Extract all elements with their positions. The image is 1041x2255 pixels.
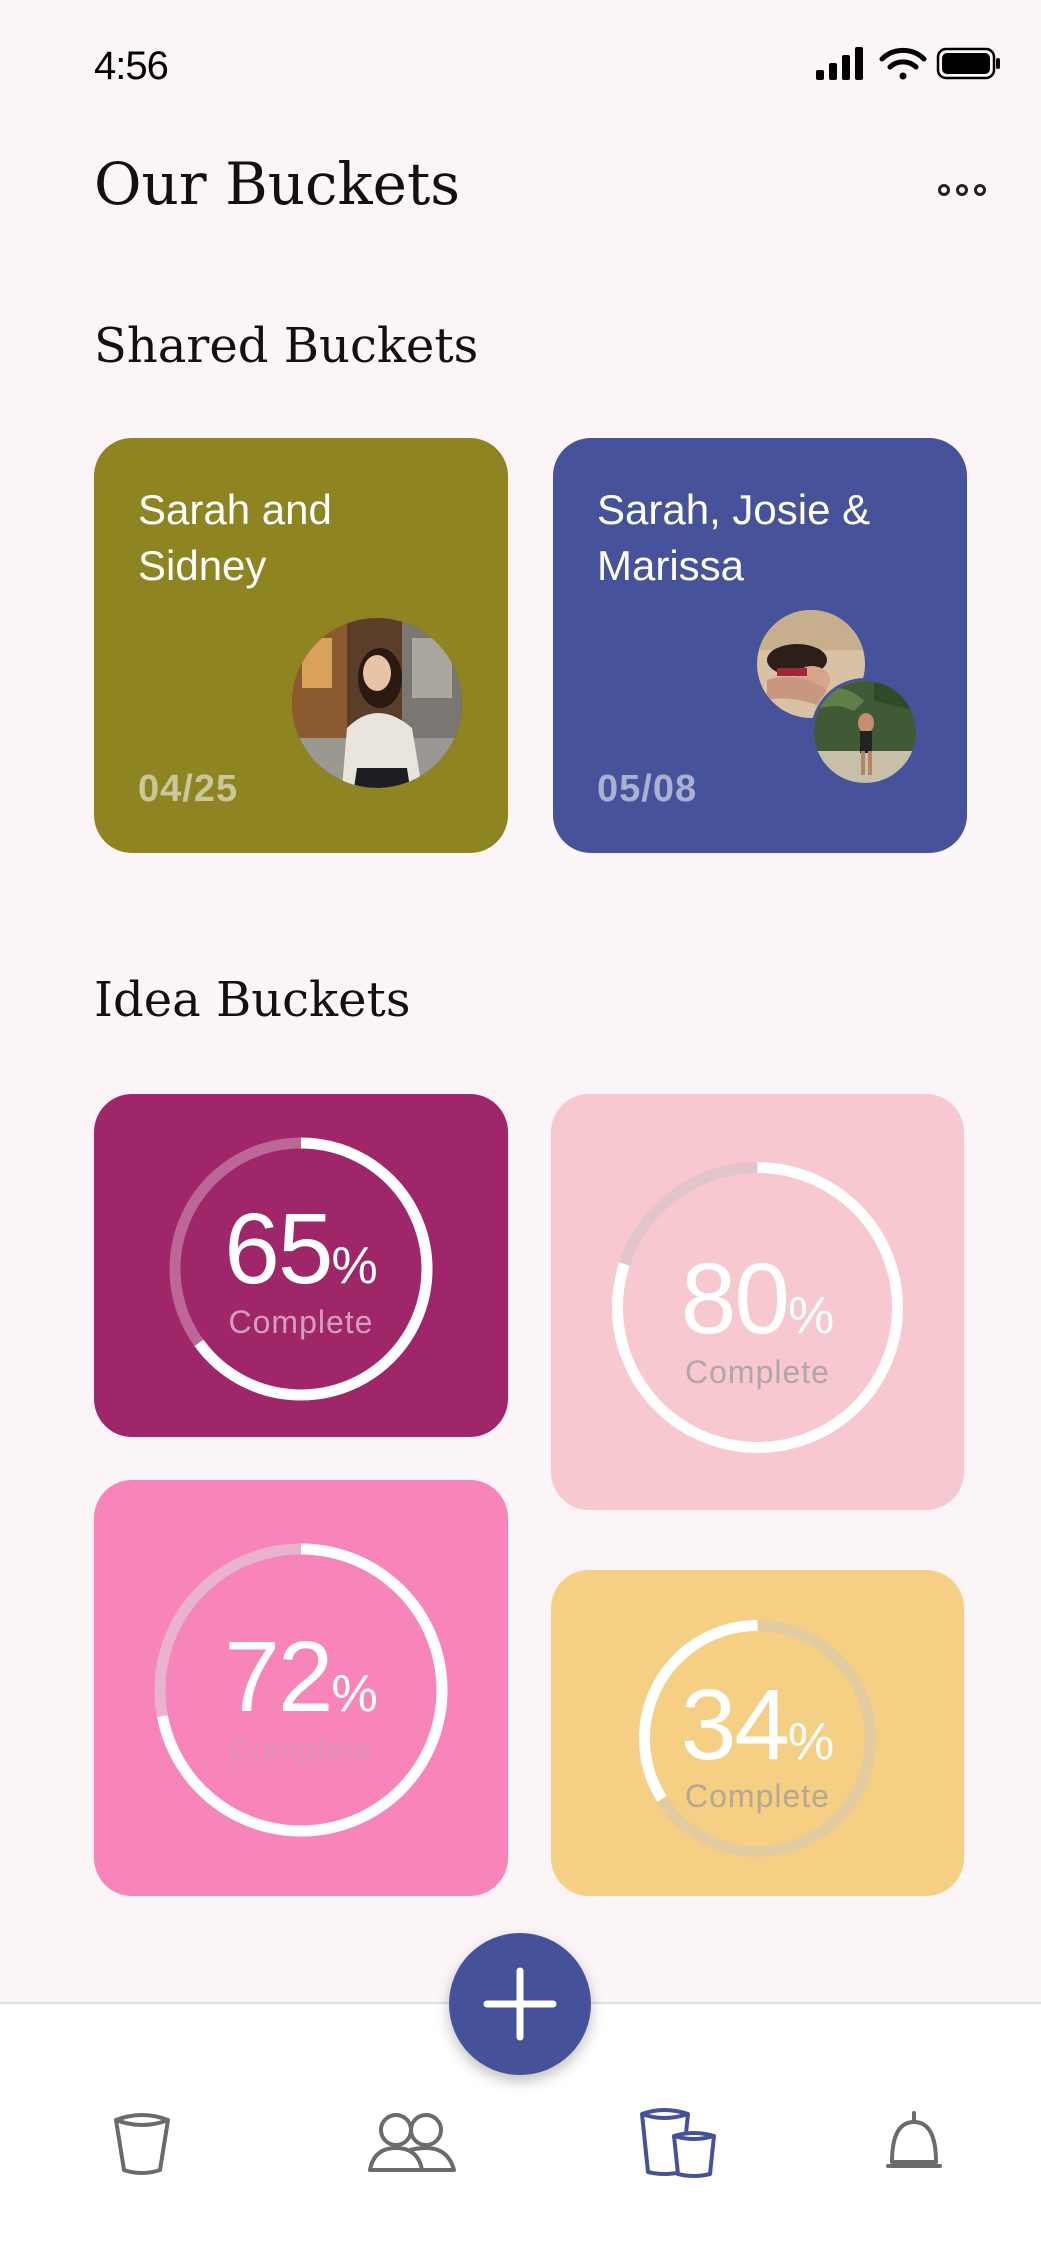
nav-notifications[interactable] xyxy=(886,2110,942,2181)
page-title: Our Buckets xyxy=(94,150,461,218)
complete-label: Complete xyxy=(228,1304,374,1340)
photo-avatar xyxy=(292,618,462,788)
shared-bucket-name: Sarah and Sidney xyxy=(138,486,332,589)
idea-bucket-card[interactable]: 72% Complete xyxy=(94,1480,508,1896)
shared-buckets-heading: Shared Buckets xyxy=(94,318,479,374)
friends-icon xyxy=(368,2113,456,2172)
buckets-icon xyxy=(640,2108,716,2178)
bell-icon xyxy=(886,2111,942,2168)
percent-value: 34% xyxy=(680,1669,835,1781)
idea-bucket-card[interactable]: 34% Complete xyxy=(551,1570,964,1896)
idea-bucket-card[interactable]: 65% Complete xyxy=(94,1094,508,1437)
photo-avatar xyxy=(811,678,919,786)
add-bucket-button[interactable] xyxy=(449,1933,591,2075)
nav-buckets-active[interactable] xyxy=(638,2104,718,2183)
bucket-icon xyxy=(114,2113,170,2175)
complete-label: Complete xyxy=(685,1354,830,1390)
shared-bucket-date: 05/08 xyxy=(597,768,698,810)
nav-friends[interactable] xyxy=(366,2112,458,2179)
shared-bucket-card[interactable]: Sarah, Josie & Marissa 05/08 xyxy=(553,438,967,853)
complete-label: Complete xyxy=(685,1778,830,1814)
battery-icon xyxy=(936,47,1000,80)
signal-icon xyxy=(816,47,863,80)
complete-label: Complete xyxy=(228,1732,374,1768)
plus-icon xyxy=(483,1967,557,2041)
percent-value: 80% xyxy=(680,1243,835,1355)
shared-bucket-date: 04/25 xyxy=(138,768,239,810)
nav-bucket[interactable] xyxy=(110,2108,174,2183)
status-icons xyxy=(812,46,1002,82)
idea-bucket-card[interactable]: 80% Complete xyxy=(551,1094,964,1510)
idea-buckets-heading: Idea Buckets xyxy=(94,972,411,1028)
percent-value: 65% xyxy=(224,1193,378,1305)
shared-bucket-card[interactable]: Sarah and Sidney 04/25 xyxy=(94,438,508,853)
wifi-icon xyxy=(879,47,927,80)
more-icon[interactable] xyxy=(938,180,986,200)
status-time: 4:56 xyxy=(94,44,169,88)
shared-bucket-name: Sarah, Josie & Marissa xyxy=(597,486,871,589)
percent-value: 72% xyxy=(224,1621,378,1733)
